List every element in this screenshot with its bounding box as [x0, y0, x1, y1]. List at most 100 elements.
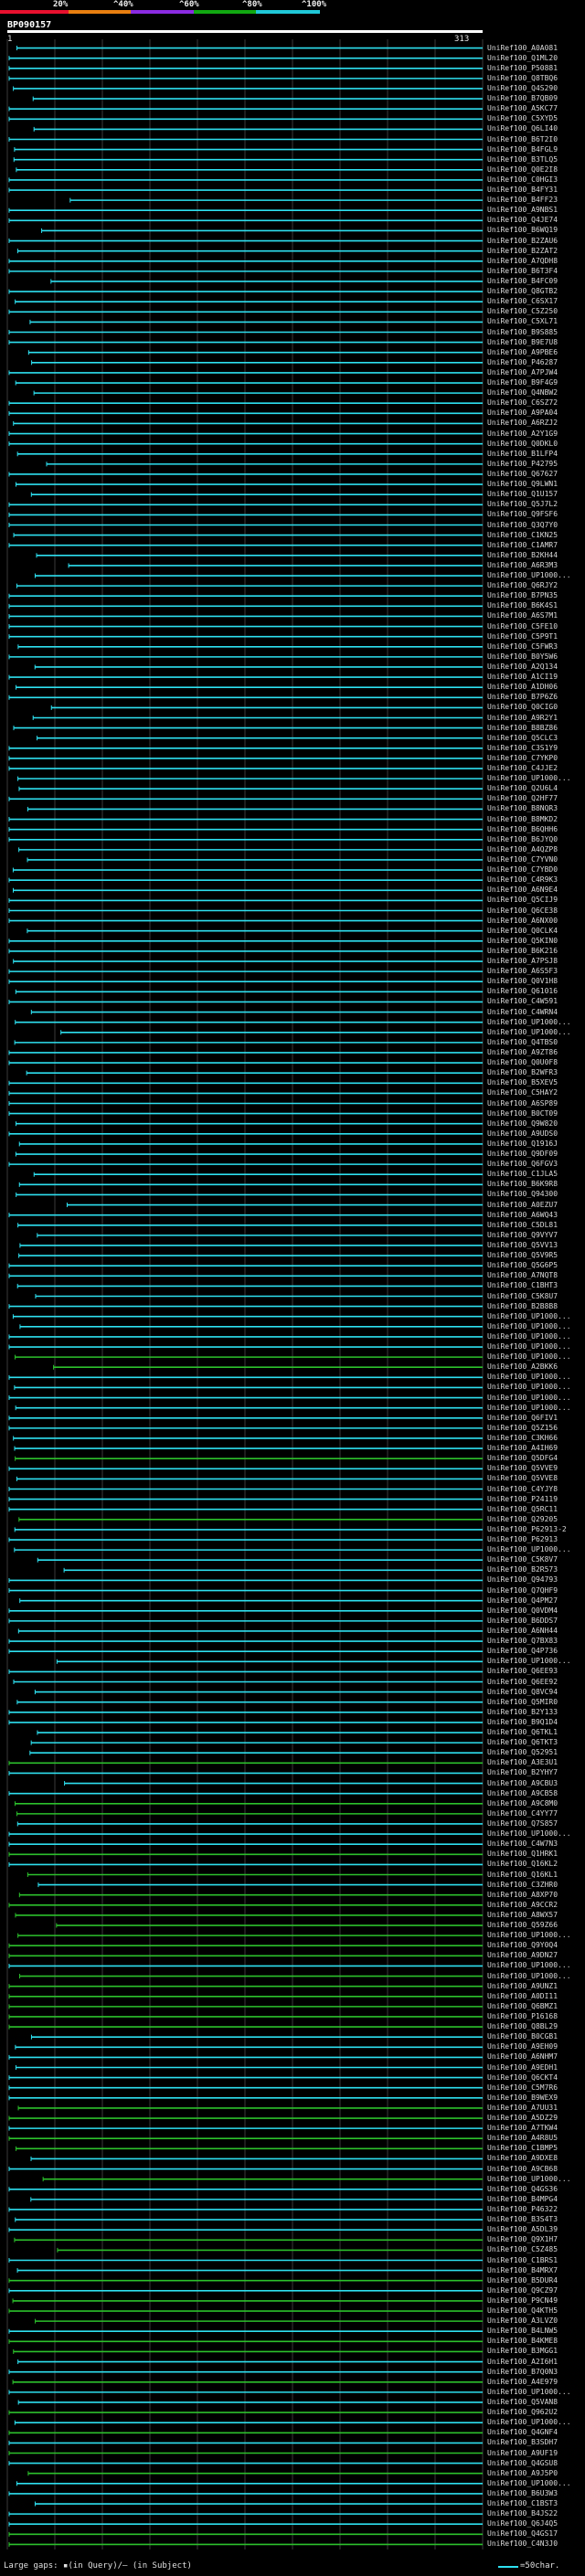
hit-label[interactable]: UniRef100_A6WQ43 — [487, 1211, 558, 1219]
hit-label[interactable]: UniRef100_Q5VVE9 — [487, 1465, 558, 1472]
hit-label[interactable]: UniRef100_A7TKW4 — [487, 2125, 558, 2132]
hit-label[interactable]: UniRef100_C3ZHR0 — [487, 1881, 558, 1889]
hit-label[interactable]: UniRef100_B4MPG4 — [487, 2195, 558, 2203]
hit-label[interactable]: UniRef100_B2B8B8 — [487, 1302, 558, 1310]
hit-label[interactable]: UniRef100_A2I6H1 — [487, 2358, 558, 2366]
hit-label[interactable]: UniRef100_A5DL39 — [487, 2226, 558, 2233]
hit-label[interactable]: UniRef100_Q9DF09 — [487, 1150, 558, 1158]
hit-label[interactable]: UniRef100_A9CB68 — [487, 2165, 558, 2173]
hit-label[interactable]: UniRef100_A9CB58 — [487, 1789, 558, 1797]
hit-label[interactable]: UniRef100_C4W7N3 — [487, 1840, 558, 1848]
hit-label[interactable]: UniRef100_B0CGB1 — [487, 2033, 558, 2041]
hit-label[interactable]: UniRef100_A7PSJ8 — [487, 958, 558, 965]
hit-label[interactable]: UniRef100_Q9FSF6 — [487, 511, 558, 518]
hit-label[interactable]: UniRef100_C5HAY2 — [487, 1089, 558, 1097]
hit-label[interactable]: UniRef100_Q6J4Q5 — [487, 2520, 558, 2528]
hit-label[interactable]: UniRef100_UP1000... — [487, 1962, 571, 1969]
hit-label[interactable]: UniRef100_C1JLA5 — [487, 1171, 558, 1178]
hit-label[interactable]: UniRef100_Q3Q7Y0 — [487, 521, 558, 529]
hit-label[interactable]: UniRef100_Q6CKT4 — [487, 2073, 558, 2082]
hit-label[interactable]: UniRef100_B4LNW5 — [487, 2327, 558, 2335]
hit-label[interactable]: UniRef100_Q0VDM4 — [487, 1606, 558, 1615]
hit-label[interactable]: UniRef100_B5DUR4 — [487, 2276, 558, 2284]
hit-label[interactable]: UniRef100_C3S1Y9 — [487, 744, 558, 752]
hit-label[interactable]: UniRef100_B7Q0N3 — [487, 2368, 558, 2376]
hit-label[interactable]: UniRef100_Q5Z156 — [487, 1424, 558, 1432]
hit-label[interactable]: UniRef100_Q94300 — [487, 1191, 558, 1198]
hit-label[interactable]: UniRef100_B3MGG1 — [487, 2348, 558, 2355]
hit-label[interactable]: UniRef100_Q5KIN0 — [487, 937, 558, 945]
hit-label[interactable]: UniRef100_Q962U2 — [487, 2409, 558, 2416]
hit-label[interactable]: UniRef100_UP1000... — [487, 2419, 571, 2426]
hit-label[interactable]: UniRef100_A3E3U1 — [487, 1759, 558, 1766]
hit-label[interactable]: UniRef100_A4QZP8 — [487, 845, 558, 853]
hit-label[interactable]: UniRef100_C5Z250 — [487, 308, 558, 315]
hit-label[interactable]: UniRef100_P24119 — [487, 1495, 558, 1503]
hit-label[interactable]: UniRef100_Q1HRK1 — [487, 1850, 558, 1858]
hit-label[interactable]: UniRef100_C3KH66 — [487, 1434, 558, 1442]
hit-label[interactable]: UniRef100_A9J5P0 — [487, 2469, 558, 2477]
hit-label[interactable]: UniRef100_A7PJW4 — [487, 368, 558, 376]
hit-label[interactable]: UniRef100_C5FWR3 — [487, 642, 558, 651]
hit-label[interactable]: UniRef100_C4YY77 — [487, 1809, 558, 1818]
hit-label[interactable]: UniRef100_A9UDS0 — [487, 1129, 558, 1138]
hit-label[interactable]: UniRef100_A6N9E4 — [487, 886, 558, 894]
hit-label[interactable]: UniRef100_Q0E2I8 — [487, 165, 558, 174]
hit-label[interactable]: UniRef100_Q9VYV7 — [487, 1231, 558, 1239]
hit-label[interactable]: UniRef100_Q16KL1 — [487, 1871, 558, 1879]
hit-label[interactable]: UniRef100_Q6LI40 — [487, 125, 558, 133]
hit-label[interactable]: UniRef100_B7QB09 — [487, 95, 558, 102]
hit-label[interactable]: UniRef100_Q4GS36 — [487, 2185, 558, 2193]
hit-label[interactable]: UniRef100_Q1ML20 — [487, 54, 558, 62]
hit-label[interactable]: UniRef100_Q9W820 — [487, 1119, 558, 1128]
hit-label[interactable]: UniRef100_UP1000... — [487, 1373, 571, 1381]
hit-label[interactable]: UniRef100_B2KH44 — [487, 551, 558, 559]
hit-label[interactable]: UniRef100_C1BMP5 — [487, 2145, 558, 2152]
hit-label[interactable]: UniRef100_A7QDH8 — [487, 257, 558, 265]
hit-label[interactable]: UniRef100_B7P6Z6 — [487, 694, 558, 701]
hit-label[interactable]: UniRef100_C1KN25 — [487, 531, 558, 539]
hit-label[interactable]: UniRef100_UP1000... — [487, 2479, 571, 2487]
hit-label[interactable]: UniRef100_UP1000... — [487, 1404, 571, 1412]
hit-label[interactable]: UniRef100_A9NBS1 — [487, 207, 558, 214]
hit-label[interactable]: UniRef100_A6S5F3 — [487, 968, 558, 975]
hit-label[interactable]: UniRef100_A8XP70 — [487, 1891, 558, 1899]
hit-label[interactable]: UniRef100_C4JJE2 — [487, 765, 558, 772]
hit-label[interactable]: UniRef100_Q9CZ97 — [487, 2286, 558, 2295]
hit-label[interactable]: UniRef100_Q4JE74 — [487, 217, 558, 224]
hit-label[interactable]: UniRef100_Q9LWN1 — [487, 481, 558, 488]
hit-label[interactable]: UniRef100_UP1000... — [487, 1028, 571, 1036]
hit-label[interactable]: UniRef100_Q4TBS0 — [487, 1038, 558, 1046]
hit-label[interactable]: UniRef100_B4FY31 — [487, 186, 558, 194]
hit-label[interactable]: UniRef100_A9UF19 — [487, 2449, 558, 2457]
hit-label[interactable]: UniRef100_Q61016 — [487, 988, 558, 995]
hit-label[interactable]: UniRef100_B8BZ86 — [487, 724, 558, 732]
hit-label[interactable]: UniRef100_A0A081 — [487, 44, 558, 52]
hit-label[interactable]: UniRef100_UP1000... — [487, 1830, 571, 1838]
hit-label[interactable]: UniRef100_Q0V1H8 — [487, 978, 558, 985]
hit-label[interactable]: UniRef100_P62913-2 — [487, 1525, 567, 1533]
hit-label[interactable]: UniRef100_C5FE10 — [487, 622, 558, 631]
hit-label[interactable]: UniRef100_Q4NBW2 — [487, 389, 558, 397]
hit-label[interactable]: UniRef100_Q4GNF4 — [487, 2429, 558, 2436]
hit-label[interactable]: UniRef100_Q5MIR0 — [487, 1698, 558, 1706]
hit-label[interactable]: UniRef100_A1CI19 — [487, 673, 558, 681]
hit-label[interactable]: UniRef100_C1BHT3 — [487, 1282, 558, 1289]
hit-label[interactable]: UniRef100_UP1000... — [487, 2175, 571, 2183]
hit-label[interactable]: UniRef100_B6T3F4 — [487, 267, 558, 275]
hit-label[interactable]: UniRef100_C5DL81 — [487, 1221, 558, 1229]
hit-label[interactable]: UniRef100_A9C8M0 — [487, 1799, 558, 1807]
hit-label[interactable]: UniRef100_A4IH69 — [487, 1445, 558, 1452]
hit-label[interactable]: UniRef100_C6SX17 — [487, 298, 558, 305]
hit-label[interactable]: UniRef100_P50881 — [487, 64, 558, 72]
hit-label[interactable]: UniRef100_B9Q1D4 — [487, 1718, 558, 1726]
hit-label[interactable]: UniRef100_UP1000... — [487, 572, 571, 579]
hit-label[interactable]: UniRef100_Q8TBQ6 — [487, 74, 558, 82]
hit-label[interactable]: UniRef100_B9F4G9 — [487, 379, 558, 387]
hit-label[interactable]: UniRef100_B6T2I0 — [487, 135, 558, 143]
hit-label[interactable]: UniRef100_P46322 — [487, 2205, 558, 2213]
hit-label[interactable]: UniRef100_C5K8V7 — [487, 1556, 558, 1564]
hit-label[interactable]: UniRef100_UP1000... — [487, 1322, 571, 1330]
hit-label[interactable]: UniRef100_A6S7M1 — [487, 612, 558, 620]
hit-label[interactable]: UniRef100_B3SDH7 — [487, 2439, 558, 2446]
